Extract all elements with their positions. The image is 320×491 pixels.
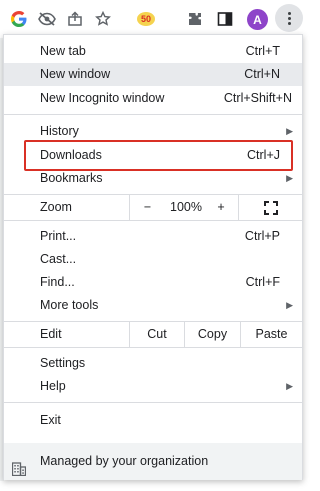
- extension-badge-icon[interactable]: 50: [135, 8, 157, 30]
- menu-item-print[interactable]: Print... Ctrl+P: [4, 225, 302, 248]
- menu-separator: [4, 402, 302, 403]
- zoom-label: Zoom: [40, 200, 72, 214]
- managed-by-organization[interactable]: Managed by your organization: [4, 443, 302, 480]
- menu-item-label: Help: [40, 379, 66, 393]
- extensions-puzzle-icon[interactable]: [184, 8, 206, 30]
- bookmark-star-icon[interactable]: [92, 8, 114, 30]
- menu-item-shortcut: Ctrl+T: [245, 44, 280, 58]
- menu-item-label: New window: [40, 67, 111, 81]
- menu-item-new-window[interactable]: New window Ctrl+N: [4, 63, 302, 86]
- menu-item-help[interactable]: Help ▶: [4, 375, 302, 398]
- share-icon[interactable]: [64, 8, 86, 30]
- menu-item-new-tab[interactable]: New tab Ctrl+T: [4, 40, 302, 63]
- side-panel-icon[interactable]: [214, 8, 236, 30]
- menu-item-label: Settings: [40, 356, 86, 370]
- submenu-arrow-icon: ▶: [286, 381, 293, 391]
- menu-item-label: More tools: [40, 298, 99, 312]
- chrome-main-menu: New tab Ctrl+T New window Ctrl+N New Inc…: [3, 34, 303, 480]
- edit-label: Edit: [40, 327, 62, 341]
- menu-item-label: New tab: [40, 44, 86, 58]
- menu-item-label: Find...: [40, 275, 75, 289]
- menu-item-more-tools[interactable]: More tools ▶: [4, 294, 302, 317]
- paste-button[interactable]: Paste: [240, 322, 302, 347]
- menu-item-exit[interactable]: Exit: [4, 409, 302, 432]
- extension-badge-text: 50: [140, 14, 151, 24]
- building-icon: [11, 454, 27, 477]
- menu-item-label: Cast...: [40, 252, 77, 266]
- cut-button[interactable]: Cut: [129, 322, 184, 347]
- menu-item-label: Print...: [40, 229, 77, 243]
- eye-off-icon[interactable]: [36, 8, 58, 30]
- menu-zoom-row: Zoom − 100% +: [4, 195, 302, 220]
- copy-button[interactable]: Copy: [184, 322, 240, 347]
- menu-separator: [4, 114, 302, 115]
- menu-separator: [4, 220, 302, 221]
- zoom-in-button[interactable]: +: [206, 195, 236, 220]
- menu-item-shortcut: Ctrl+Shift+N: [223, 91, 292, 105]
- menu-item-settings[interactable]: Settings: [4, 352, 302, 375]
- zoom-level: 100%: [170, 200, 202, 214]
- menu-item-cast[interactable]: Cast...: [4, 248, 302, 271]
- managed-label: Managed by your organization: [40, 454, 209, 468]
- menu-item-shortcut: Ctrl+N: [244, 67, 280, 81]
- menu-item-shortcut: Ctrl+P: [244, 229, 280, 243]
- submenu-arrow-icon: ▶: [286, 300, 293, 310]
- menu-item-find[interactable]: Find... Ctrl+F: [4, 271, 302, 294]
- fullscreen-icon[interactable]: [238, 195, 302, 220]
- downloads-highlight-annotation: [24, 140, 293, 171]
- more-menu-icon[interactable]: [275, 4, 303, 32]
- google-icon[interactable]: [8, 8, 30, 30]
- zoom-out-button[interactable]: −: [129, 195, 165, 220]
- profile-avatar[interactable]: A: [247, 9, 268, 30]
- menu-item-shortcut: Ctrl+F: [245, 275, 280, 289]
- menu-separator: [4, 347, 302, 348]
- menu-item-new-incognito-window[interactable]: New Incognito window Ctrl+Shift+N: [4, 87, 302, 110]
- menu-item-label: Exit: [40, 413, 61, 427]
- browser-toolbar: 50 A: [0, 0, 307, 38]
- menu-item-label: New Incognito window: [40, 91, 165, 105]
- menu-edit-row: Edit Cut Copy Paste: [4, 322, 302, 347]
